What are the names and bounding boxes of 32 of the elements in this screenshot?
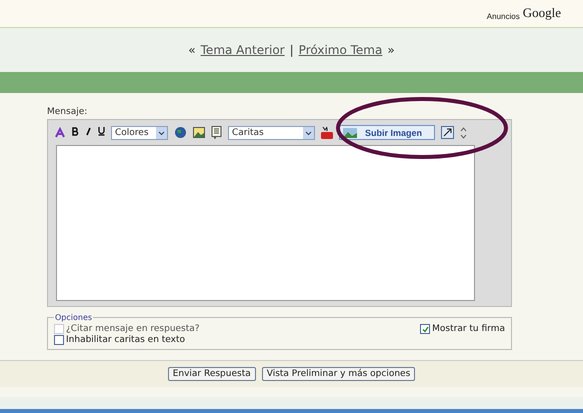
resize-arrows-icon[interactable] (460, 126, 467, 138)
left-quote: « (188, 43, 196, 57)
message-label: Mensaje: (47, 107, 88, 117)
italic-button[interactable] (85, 126, 92, 138)
preview-button[interactable]: Vista Preliminar y más opciones (262, 367, 416, 381)
landscape-icon (343, 128, 357, 138)
caret-icon (303, 126, 314, 138)
checkbox[interactable] (420, 324, 430, 334)
checkbox[interactable] (54, 335, 64, 345)
ads-brand: Google (522, 5, 561, 21)
options-legend: Opciones (54, 313, 94, 322)
send-reply-button[interactable]: Enviar Respuesta (168, 367, 256, 381)
separator: | (290, 43, 294, 57)
image-icon[interactable] (193, 127, 205, 138)
bold-button[interactable] (72, 126, 79, 138)
previous-topic-link[interactable]: Tema Anterior (200, 43, 285, 57)
expand-icon[interactable] (441, 126, 454, 139)
globe-icon[interactable] (174, 126, 187, 139)
message-textarea[interactable] (56, 145, 475, 301)
checkbox-label: Mostrar tu firma (432, 324, 505, 334)
colors-select[interactable]: Colores (111, 126, 168, 140)
quote-icon[interactable] (211, 126, 222, 139)
video-icon[interactable] (321, 126, 333, 139)
checkbox-label: Inhabilitar caritas en texto (66, 335, 186, 345)
next-topic-link[interactable]: Próximo Tema (298, 43, 382, 57)
ads-label: Anuncios (486, 12, 520, 21)
caret-icon (156, 126, 167, 138)
upload-image-button[interactable]: Subir Imagen (339, 125, 435, 140)
format-icon[interactable] (54, 126, 66, 138)
smileys-select[interactable]: Caritas (228, 126, 315, 140)
right-quote: » (387, 43, 395, 57)
checkbox-label: ¿Citar mensaje en respuesta? (66, 324, 200, 334)
